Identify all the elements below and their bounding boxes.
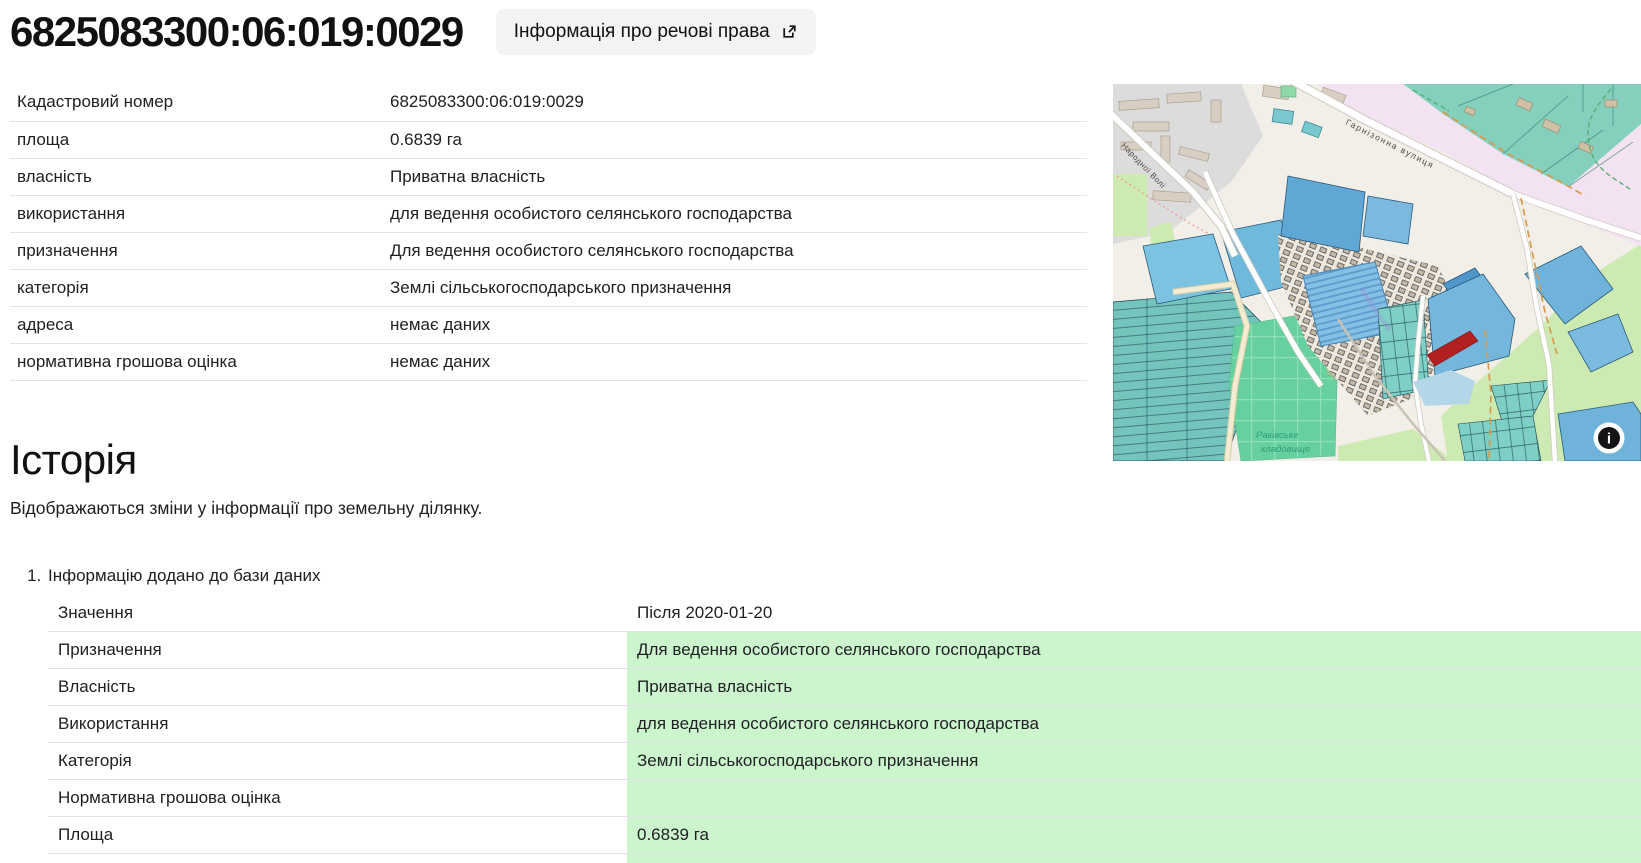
field-label: площа	[10, 121, 390, 158]
history-entry: Інформацію додано до бази даних Значення…	[46, 566, 1641, 863]
external-link-icon	[781, 23, 798, 40]
field-value: 0.6839 га	[390, 121, 1087, 158]
history-field-value: Землі сільськогосподарського призначення	[627, 743, 1641, 780]
field-label: призначення	[10, 232, 390, 269]
field-label: власність	[10, 158, 390, 195]
history-row: Площа 0.6839 га	[48, 817, 1641, 854]
history-field-label: Призначення	[48, 632, 627, 669]
history-entries: Інформацію додано до бази даних Значення…	[0, 566, 1641, 863]
history-row: Використання для ведення особистого селя…	[48, 706, 1641, 743]
field-value: Для ведення особистого селянського госпо…	[390, 232, 1087, 269]
cemetery-label: Раківське	[1256, 430, 1298, 441]
field-label: адреса	[10, 306, 390, 343]
history-row: Призначення Для ведення особистого селян…	[48, 632, 1641, 669]
history-field-label: Площа	[48, 817, 627, 854]
table-row: нормативна грошова оцінка немає даних	[10, 343, 1087, 380]
history-field-label	[48, 854, 627, 863]
table-row: адреса немає даних	[10, 306, 1087, 343]
history-field-label: Категорія	[48, 743, 627, 780]
history-field-value	[627, 780, 1641, 817]
history-table: Значення Після 2020-01-20 Призначення Дл…	[48, 595, 1641, 863]
history-field-value	[627, 854, 1641, 863]
page-header: 6825083300:06:019:0029 Інформація про ре…	[0, 0, 1641, 56]
history-description: Відображаються зміни у інформації про зе…	[10, 498, 1641, 519]
field-label: використання	[10, 195, 390, 232]
field-value: Землі сільськогосподарського призначення	[390, 269, 1087, 306]
table-row: використання для ведення особистого селя…	[10, 195, 1087, 232]
parcel-info-table: Кадастровий номер 6825083300:06:019:0029…	[10, 84, 1087, 381]
field-label: категорія	[10, 269, 390, 306]
table-row: Кадастровий номер 6825083300:06:019:0029	[10, 84, 1087, 121]
history-row: Категорія Землі сільськогосподарського п…	[48, 743, 1641, 780]
history-row: Нормативна грошова оцінка	[48, 780, 1641, 817]
property-rights-button-label: Інформація про речові права	[514, 21, 770, 43]
history-value-date: Після 2020-01-20	[627, 595, 1641, 632]
field-value: немає даних	[390, 343, 1087, 380]
cadastral-map[interactable]: Гарнізонна вулиця Народної Волі Хмельниц…	[1113, 84, 1641, 461]
map-info-button[interactable]: i	[1594, 423, 1625, 454]
history-field-value: Для ведення особистого селянського госпо…	[627, 632, 1641, 669]
history-field-value: для ведення особистого селянського госпо…	[627, 706, 1641, 743]
history-header-row: Значення Після 2020-01-20	[48, 595, 1641, 632]
map-canvas: Гарнізонна вулиця Народної Волі Хмельниц…	[1113, 84, 1641, 461]
cemetery-label: кладовище	[1261, 444, 1310, 455]
history-row	[48, 854, 1641, 863]
table-row: власність Приватна власність	[10, 158, 1087, 195]
table-row: площа 0.6839 га	[10, 121, 1087, 158]
table-row: призначення Для ведення особистого селян…	[10, 232, 1087, 269]
field-label: нормативна грошова оцінка	[10, 343, 390, 380]
table-row: категорія Землі сільськогосподарського п…	[10, 269, 1087, 306]
field-label: Кадастровий номер	[10, 84, 390, 121]
field-value: для ведення особистого селянського госпо…	[390, 195, 1087, 232]
history-field-label: Нормативна грошова оцінка	[48, 780, 627, 817]
property-rights-button[interactable]: Інформація про речові права	[496, 9, 816, 55]
info-icon: i	[1607, 431, 1611, 448]
field-value: 6825083300:06:019:0029	[390, 84, 1087, 121]
history-row: Власність Приватна власність	[48, 669, 1641, 706]
field-value: Приватна власність	[390, 158, 1087, 195]
history-value-label: Значення	[48, 595, 627, 632]
history-field-value: 0.6839 га	[627, 817, 1641, 854]
history-field-value: Приватна власність	[627, 669, 1641, 706]
field-value: немає даних	[390, 306, 1087, 343]
history-field-label: Використання	[48, 706, 627, 743]
history-entry-title: Інформацію додано до бази даних	[48, 566, 1641, 586]
page-title: 6825083300:06:019:0029	[10, 8, 463, 56]
history-field-label: Власність	[48, 669, 627, 706]
